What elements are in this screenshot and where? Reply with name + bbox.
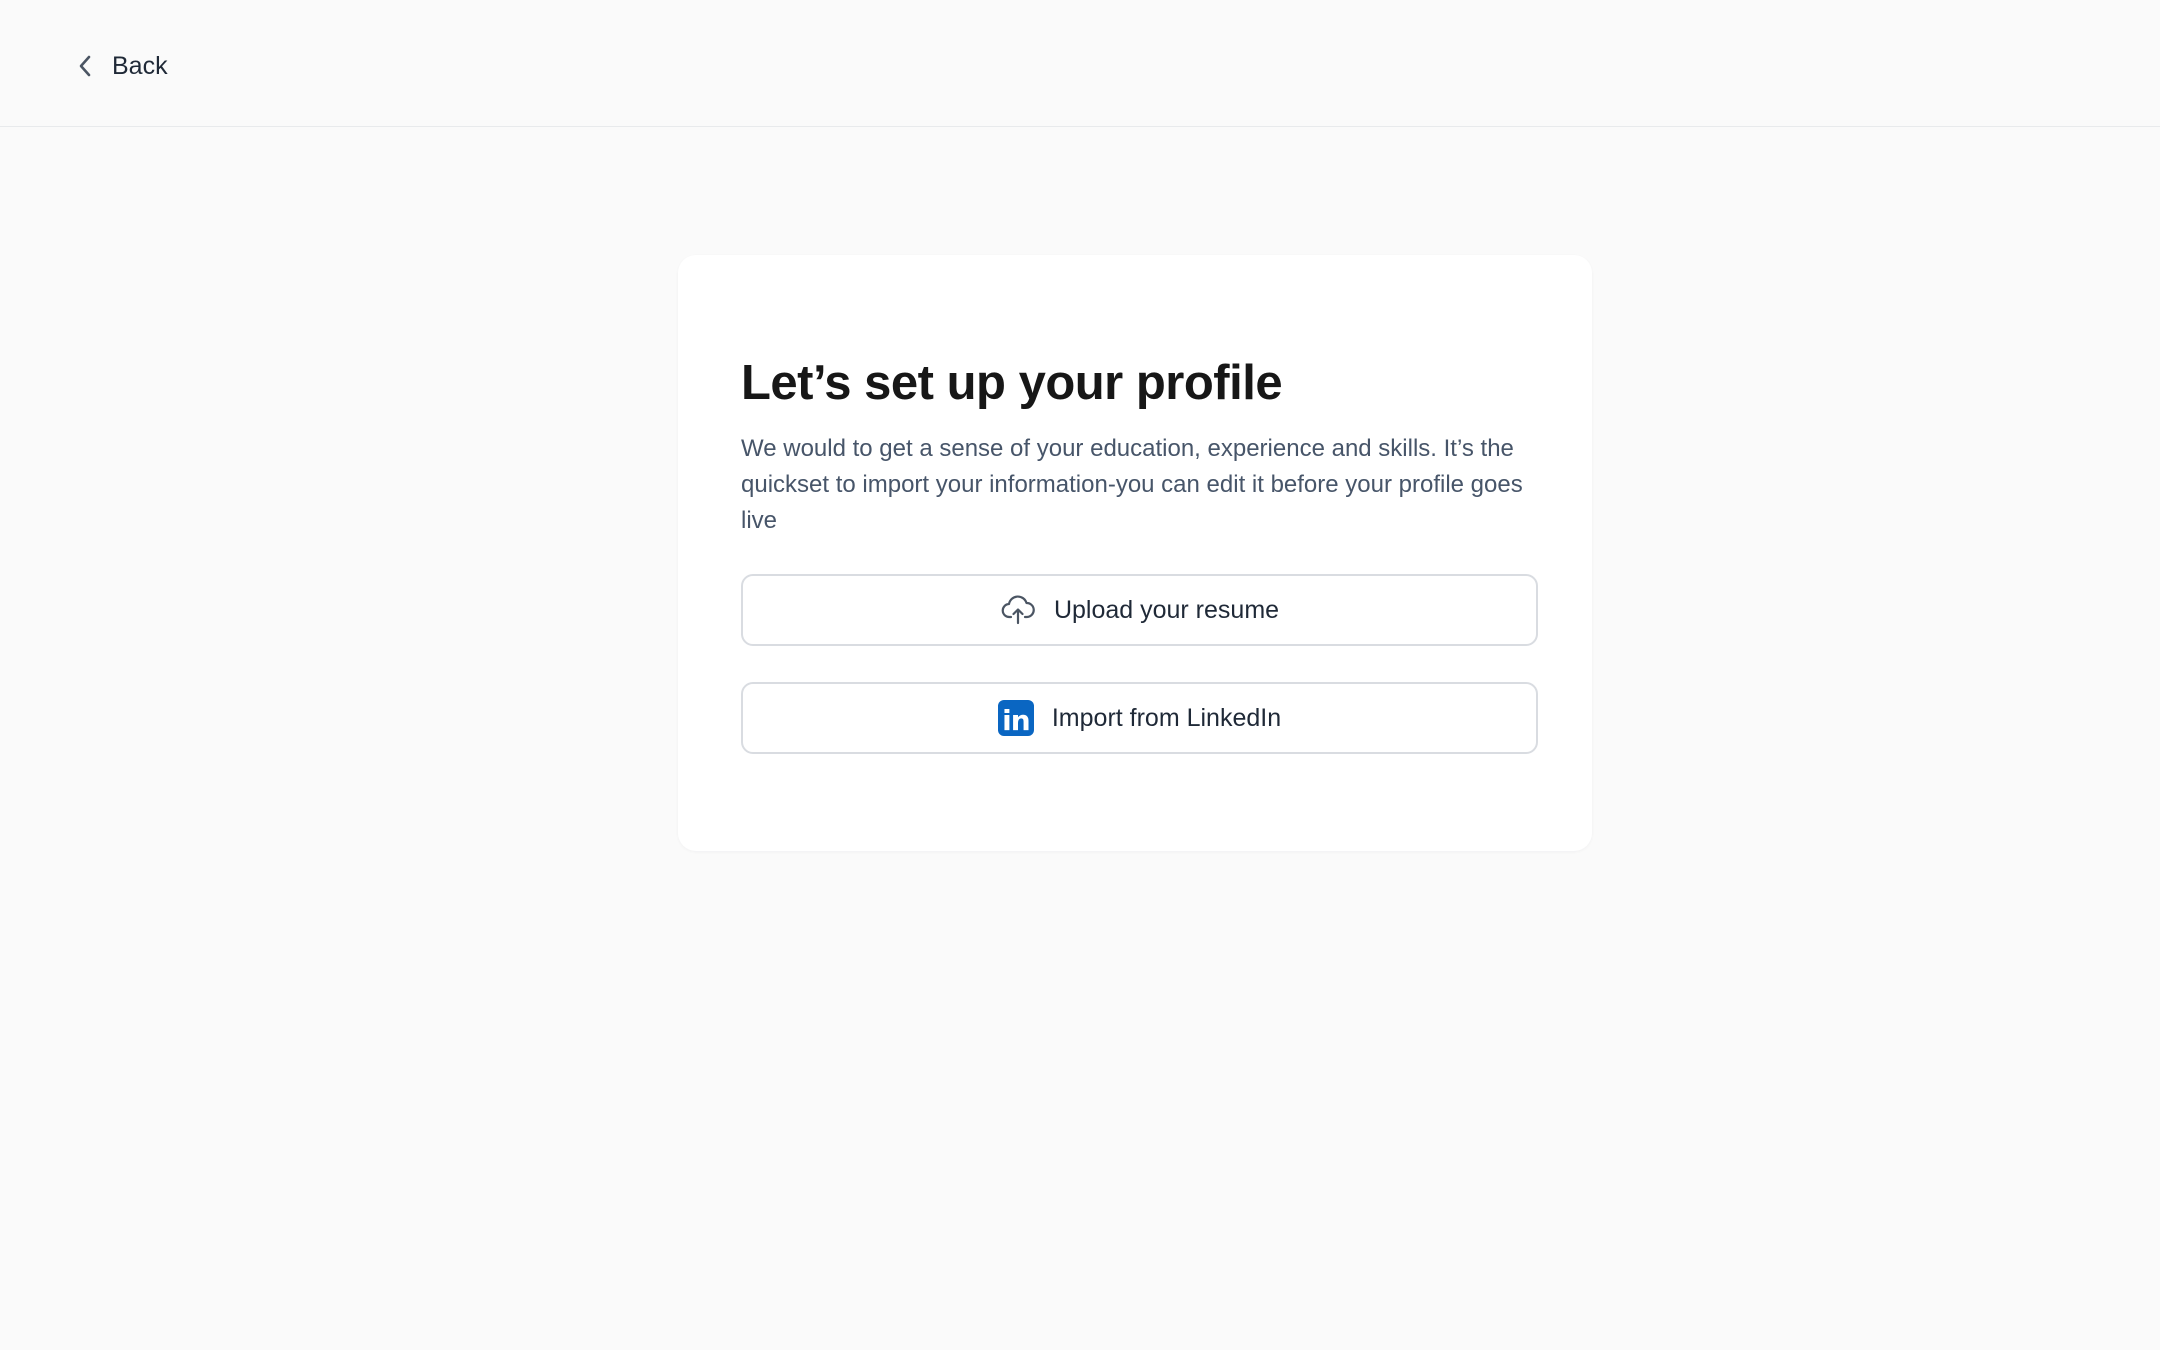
page-description: We would to get a sense of your educatio… bbox=[741, 435, 1523, 534]
linkedin-logo: in bbox=[997, 700, 1034, 736]
chevron-left-icon bbox=[78, 53, 96, 79]
upload-resume-button[interactable]: Upload your resume bbox=[741, 574, 1538, 646]
back-button[interactable]: Back bbox=[78, 44, 168, 88]
import-linkedin-label: Import from LinkedIn bbox=[1051, 703, 1282, 732]
page-title: Let’s set up your profile bbox=[741, 356, 1283, 410]
linkedin-icon: in bbox=[997, 700, 1034, 736]
cloud-upload-icon bbox=[1000, 592, 1036, 628]
profile-setup-card: Let’s set up your profile We would to ge… bbox=[678, 255, 1592, 851]
import-linkedin-button[interactable]: in Import from LinkedIn bbox=[741, 682, 1538, 754]
upload-resume-label: Upload your resume bbox=[1053, 595, 1280, 624]
top-bar: Back bbox=[0, 0, 2160, 127]
back-label: Back bbox=[112, 51, 168, 80]
